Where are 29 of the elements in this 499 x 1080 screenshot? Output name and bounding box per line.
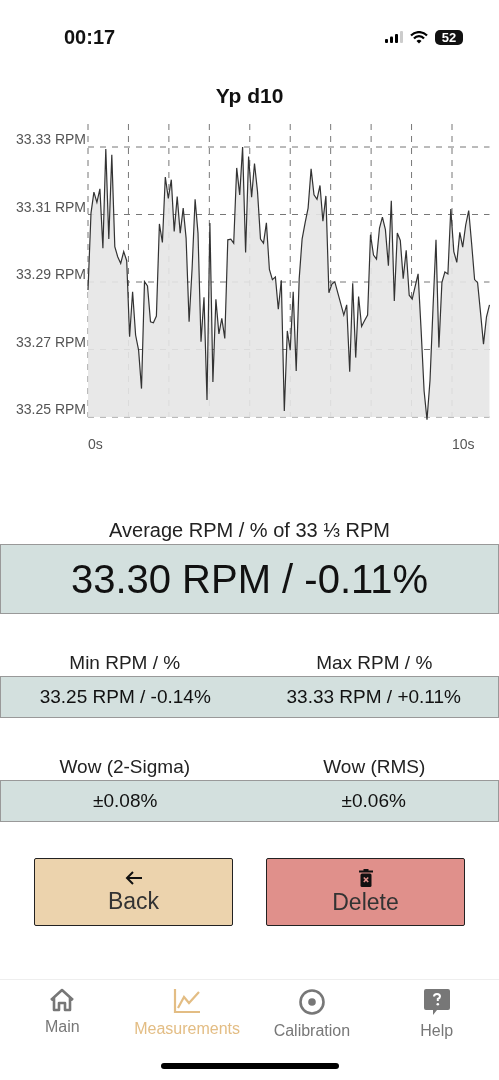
wifi-icon	[410, 30, 428, 44]
delete-button[interactable]: Delete	[266, 858, 465, 926]
tab-item[interactable]: Calibration	[249, 988, 375, 1040]
chart-title: Yp d10	[214, 84, 285, 109]
stat-label: Min RPM / %	[68, 652, 182, 674]
help-bubble-icon	[422, 988, 451, 1016]
wow-label: Wow (RMS)	[322, 756, 427, 778]
battery-indicator: 52	[435, 29, 463, 45]
average-label: Average RPM / % of 33 ⅓ RPM	[108, 519, 391, 542]
x-axis-label: 10s	[452, 436, 475, 452]
average-value: 33.30 RPM / -0.11%	[0, 544, 499, 614]
home-icon	[49, 988, 76, 1012]
y-axis-label: 33.25 RPM	[15, 401, 86, 417]
back-button[interactable]: Back	[34, 858, 233, 926]
y-axis-label: 33.33 RPM	[15, 131, 86, 147]
status-time: 00:17	[64, 25, 116, 49]
y-axis-label: 33.31 RPM	[15, 198, 86, 215]
trash-icon	[358, 868, 373, 887]
y-axis-label: 33.29 RPM	[15, 266, 86, 282]
stat-label: Max RPM / %	[315, 652, 434, 674]
wow-label: Wow (2-Sigma)	[58, 756, 192, 778]
x-axis-label: 0s	[88, 436, 103, 452]
target-icon	[297, 988, 326, 1016]
tab-item[interactable]: Help	[374, 988, 499, 1040]
arrow-left-icon	[124, 869, 143, 886]
line-chart-icon	[173, 988, 202, 1014]
tab-item[interactable]: Main	[0, 988, 125, 1040]
y-axis-label: 33.27 RPM	[15, 333, 86, 350]
signal-icon	[385, 31, 403, 43]
